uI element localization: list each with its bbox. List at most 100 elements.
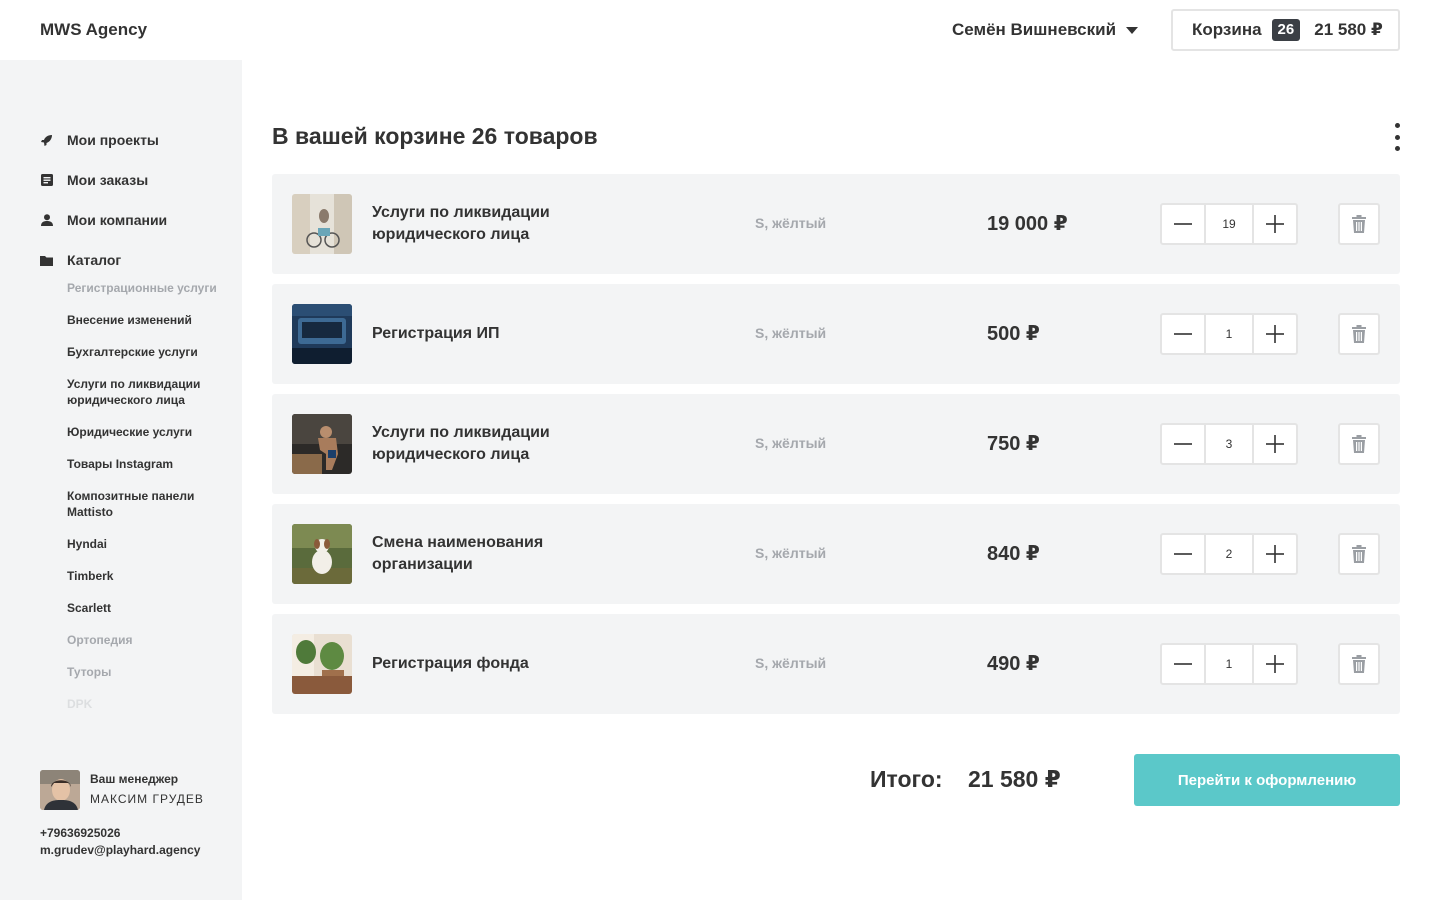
- trash-icon: [1352, 435, 1366, 453]
- plus-icon: [1266, 215, 1284, 233]
- catalog-item[interactable]: Туторы: [67, 664, 227, 680]
- minus-icon: [1174, 223, 1192, 225]
- delete-button[interactable]: [1338, 203, 1380, 245]
- page-title: В вашей корзине 26 товаров: [272, 123, 598, 149]
- trash-icon: [1352, 325, 1366, 343]
- brand-logo[interactable]: MWS Agency: [40, 20, 147, 40]
- sidebar-item-companies[interactable]: Мои компании: [40, 200, 220, 240]
- quantity-stepper: 19: [1160, 203, 1298, 245]
- delete-button[interactable]: [1338, 423, 1380, 465]
- cart-item: Регистрация ИП S, жёлтый 500 ₽ 1: [272, 284, 1400, 384]
- catalog-item[interactable]: Ортопедия: [67, 632, 227, 648]
- delete-button[interactable]: [1338, 533, 1380, 575]
- quantity-input[interactable]: 1: [1204, 645, 1254, 683]
- delete-button[interactable]: [1338, 643, 1380, 685]
- plus-icon: [1266, 545, 1284, 563]
- manager-avatar: [40, 770, 80, 810]
- product-image[interactable]: [292, 304, 352, 364]
- cart-item: Смена наименования организации S, жёлтый…: [272, 504, 1400, 604]
- product-variant: S, жёлтый: [755, 325, 827, 341]
- product-name[interactable]: Услуги по ликвидации юридического лица: [372, 174, 612, 274]
- catalog-item[interactable]: Юридические услуги: [67, 424, 227, 440]
- product-image[interactable]: [292, 634, 352, 694]
- quantity-stepper: 1: [1160, 313, 1298, 355]
- cart-item: Услуги по ликвидации юридического лица S…: [272, 394, 1400, 494]
- product-image[interactable]: [292, 524, 352, 584]
- sidebar-item-orders[interactable]: Мои заказы: [40, 160, 220, 200]
- cart-item: Услуги по ликвидации юридического лица S…: [272, 174, 1400, 274]
- chevron-down-icon: [1126, 26, 1139, 34]
- user-name: Семён Вишневский: [952, 20, 1117, 39]
- decrease-button[interactable]: [1162, 315, 1204, 353]
- increase-button[interactable]: [1254, 425, 1296, 463]
- plus-icon: [1266, 435, 1284, 453]
- catalog-item[interactable]: Timberk: [67, 568, 227, 584]
- decrease-button[interactable]: [1162, 205, 1204, 243]
- catalog-item[interactable]: Hyndai: [67, 536, 227, 552]
- catalog-item[interactable]: Регистрационные услуги: [67, 280, 227, 296]
- product-variant: S, жёлтый: [755, 215, 827, 231]
- manager-name: МАКСИМ ГРУДЕВ: [90, 792, 204, 806]
- folder-icon: [40, 254, 53, 267]
- sidebar-item-label: Мои проекты: [67, 132, 159, 148]
- increase-button[interactable]: [1254, 205, 1296, 243]
- catalog-item[interactable]: DPK: [67, 696, 227, 712]
- minus-icon: [1174, 443, 1192, 445]
- product-name[interactable]: Регистрация ИП: [372, 284, 612, 384]
- decrease-button[interactable]: [1162, 425, 1204, 463]
- product-price: 840 ₽: [987, 543, 1040, 565]
- sidebar-item-projects[interactable]: Мои проекты: [40, 120, 220, 160]
- product-name[interactable]: Смена наименования организации: [372, 504, 612, 604]
- sidebar: Мои проекты Мои заказы Мои компании Ката…: [0, 60, 242, 900]
- quantity-stepper: 1: [1160, 643, 1298, 685]
- quantity-input[interactable]: 2: [1204, 535, 1254, 573]
- rocket-icon: [40, 134, 53, 147]
- minus-icon: [1174, 553, 1192, 555]
- decrease-button[interactable]: [1162, 535, 1204, 573]
- increase-button[interactable]: [1254, 535, 1296, 573]
- cart-count-badge: 26: [1271, 19, 1301, 41]
- quantity-input[interactable]: 19: [1204, 205, 1254, 243]
- sidebar-item-label: Каталог: [67, 252, 122, 268]
- product-price: 19 000 ₽: [987, 213, 1068, 235]
- increase-button[interactable]: [1254, 315, 1296, 353]
- quantity-input[interactable]: 3: [1204, 425, 1254, 463]
- product-variant: S, жёлтый: [755, 655, 827, 671]
- cart-button[interactable]: Корзина 26 21 580 ₽: [1171, 9, 1400, 51]
- product-price: 750 ₽: [987, 433, 1040, 455]
- quantity-stepper: 2: [1160, 533, 1298, 575]
- product-variant: S, жёлтый: [755, 435, 827, 451]
- sidebar-item-catalog[interactable]: Каталог: [40, 240, 220, 280]
- catalog-item[interactable]: Услуги по ликвидации юридического лица: [67, 376, 227, 408]
- minus-icon: [1174, 663, 1192, 665]
- user-menu[interactable]: Семён Вишневский: [952, 20, 1139, 40]
- quantity-input[interactable]: 1: [1204, 315, 1254, 353]
- catalog-item[interactable]: Композитные панели Mattisto: [67, 488, 227, 520]
- document-icon: [40, 174, 53, 187]
- checkout-button[interactable]: Перейти к оформлению: [1134, 754, 1400, 806]
- catalog-item[interactable]: Scarlett: [67, 600, 227, 616]
- cart-item: Регистрация фонда S, жёлтый 490 ₽ 1: [272, 614, 1400, 714]
- product-name[interactable]: Регистрация фонда: [372, 614, 612, 714]
- product-price: 490 ₽: [987, 653, 1040, 675]
- manager-label: Ваш менеджер: [90, 772, 179, 786]
- decrease-button[interactable]: [1162, 645, 1204, 683]
- more-menu-icon[interactable]: [1392, 123, 1402, 151]
- product-image[interactable]: [292, 414, 352, 474]
- sidebar-item-label: Мои компании: [67, 212, 168, 228]
- total-value: 21 580 ₽: [968, 766, 1061, 792]
- user-icon: [40, 214, 53, 227]
- manager-phone[interactable]: +79636925026: [40, 826, 120, 840]
- increase-button[interactable]: [1254, 645, 1296, 683]
- minus-icon: [1174, 333, 1192, 335]
- catalog-item[interactable]: Товары Instagram: [67, 456, 227, 472]
- quantity-stepper: 3: [1160, 423, 1298, 465]
- product-name[interactable]: Услуги по ликвидации юридического лица: [372, 394, 612, 494]
- catalog-item[interactable]: Внесение изменений: [67, 312, 227, 328]
- manager-email[interactable]: m.grudev@playhard.agency: [40, 843, 200, 857]
- product-image[interactable]: [292, 194, 352, 254]
- plus-icon: [1266, 325, 1284, 343]
- catalog-item[interactable]: Бухгалтерские услуги: [67, 344, 227, 360]
- total-label: Итого:: [870, 766, 943, 792]
- delete-button[interactable]: [1338, 313, 1380, 355]
